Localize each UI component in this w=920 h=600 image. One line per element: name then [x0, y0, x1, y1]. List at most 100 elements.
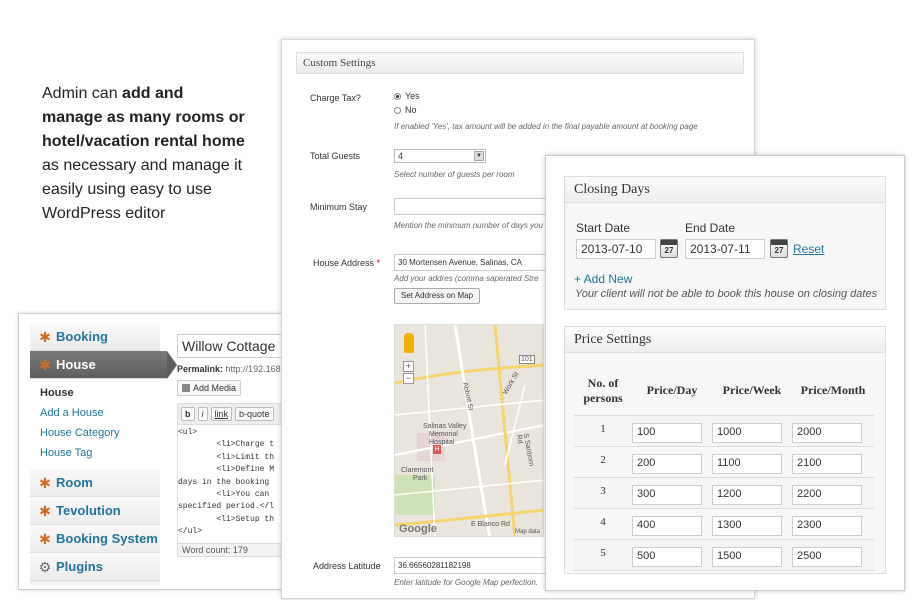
price-day-input[interactable]: 200 [632, 453, 702, 474]
google-map[interactable]: + − Abbott St Work St Salinas Valley Mem… [394, 324, 544, 537]
menu-booking-system[interactable]: ✱ Booking System [30, 525, 160, 553]
blockquote-button[interactable]: b-quote [235, 407, 274, 421]
italic-button[interactable]: i [197, 407, 208, 421]
guests-hint: Select number of guests per room [394, 170, 515, 179]
menu-house[interactable]: ✱ House [30, 351, 177, 379]
table-row: 4 400 1300 2300 [574, 508, 874, 540]
price-settings-header: Price Settings [565, 327, 885, 353]
map-label-blanco: E Blanco Rd [471, 521, 510, 528]
radio-checked-icon [394, 92, 401, 100]
latitude-input[interactable]: 36.66560281182198 [394, 557, 554, 574]
menu-house-label: House [56, 357, 96, 372]
price-week-input[interactable]: 1300 [712, 515, 782, 536]
booking-settings-panel: Closing Days Start Date End Date 2013-07… [545, 155, 905, 591]
price-day-cell: 100 [632, 415, 712, 447]
admin-sidebar: ✱ Booking ✱ House House Add a House House … [30, 323, 177, 585]
house-address-input[interactable]: 30 Mortensen Avenue, Salinas, CA [394, 254, 554, 271]
zoom-out-button[interactable]: − [403, 373, 414, 384]
persons-cell: 1 [574, 415, 632, 447]
menu-plugins[interactable]: ⚙ Plugins [30, 553, 160, 581]
house-address-label: House Address * [313, 258, 380, 268]
intro-part-1: Admin can [42, 85, 123, 102]
post-title-input[interactable] [177, 334, 297, 358]
min-stay-hint: Mention the minimum number of days you [394, 221, 543, 230]
submenu-house-category[interactable]: House Category [40, 423, 160, 443]
price-month-input[interactable]: 2300 [792, 515, 862, 536]
persons-cell: 4 [574, 508, 632, 540]
submenu-house-tag[interactable]: House Tag [40, 443, 160, 463]
minimum-stay-input[interactable] [394, 198, 554, 215]
price-month-input[interactable]: 2000 [792, 422, 862, 443]
asterisk-icon: ✱ [39, 502, 51, 519]
map-data-credit: Map data [515, 529, 541, 535]
permalink-url[interactable]: http://192.168. [226, 364, 284, 374]
price-month-input[interactable]: 2100 [792, 453, 862, 474]
price-day-input[interactable]: 500 [632, 546, 702, 567]
plug-icon: ⚙ [38, 558, 52, 575]
menu-room-label: Room [56, 475, 93, 490]
add-media-label: Add Media [193, 383, 237, 393]
tax-yes-option[interactable]: Yes [394, 91, 420, 101]
price-month-cell: 2100 [792, 446, 874, 478]
price-day-cell: 400 [632, 508, 712, 540]
submenu-add-house[interactable]: Add a House [40, 403, 160, 423]
start-date-input[interactable]: 2013-07-10 [576, 239, 656, 259]
intro-text: Admin can add and manage as many rooms o… [42, 82, 247, 226]
radio-unchecked-icon [394, 106, 401, 114]
calendar-icon[interactable]: 27 [770, 239, 788, 258]
end-date-input[interactable]: 2013-07-11 [685, 239, 765, 259]
column-header: No. of persons [574, 367, 632, 416]
set-address-on-map-button[interactable]: Set Address on Map [394, 288, 481, 304]
media-icon [182, 384, 190, 392]
price-day-input[interactable]: 300 [632, 484, 702, 505]
calendar-icon[interactable]: 27 [660, 239, 678, 258]
table-row: 1 100 1000 2000 [574, 415, 874, 447]
price-month-cell: 2500 [792, 539, 874, 571]
menu-room[interactable]: ✱ Room [30, 469, 160, 497]
link-button[interactable]: link [210, 407, 233, 421]
add-media-button[interactable]: Add Media [177, 380, 242, 396]
zoom-in-button[interactable]: + [403, 361, 414, 372]
price-month-cell: 2300 [792, 508, 874, 540]
add-new-link[interactable]: + Add New [574, 272, 632, 286]
price-month-cell: 2200 [792, 477, 874, 509]
minimum-stay-label: Minimum Stay [310, 202, 368, 212]
menu-tevolution[interactable]: ✱ Tevolution [30, 497, 160, 525]
menu-tevolution-label: Tevolution [56, 503, 121, 518]
persons-cell: 2 [574, 446, 632, 478]
price-day-input[interactable]: 100 [632, 422, 702, 443]
tax-yes-label: Yes [405, 91, 420, 101]
pegman-icon[interactable] [404, 333, 414, 353]
tax-no-option[interactable]: No [394, 105, 417, 115]
price-month-input[interactable]: 2200 [792, 484, 862, 505]
price-table: No. of persons Price/Day Price/Week Pric… [574, 367, 874, 571]
price-day-input[interactable]: 400 [632, 515, 702, 536]
price-week-cell: 1100 [712, 446, 792, 478]
price-day-cell: 200 [632, 446, 712, 478]
total-guests-select[interactable]: 4 ▼ [394, 149, 486, 163]
menu-booking-system-label: Booking System [56, 531, 158, 546]
reset-link[interactable]: Reset [793, 242, 824, 256]
house-submenu: House Add a House House Category House T… [30, 379, 160, 469]
submenu-house[interactable]: House [40, 383, 160, 403]
bold-button[interactable]: b [181, 407, 195, 421]
price-week-input[interactable]: 1200 [712, 484, 782, 505]
price-week-input[interactable]: 1000 [712, 422, 782, 443]
house-address-text: House Address [313, 258, 375, 268]
word-count-value: 179 [232, 545, 248, 555]
total-guests-label: Total Guests [310, 151, 361, 161]
price-week-cell: 1000 [712, 415, 792, 447]
custom-settings-header: Custom Settings [296, 52, 744, 74]
price-week-input[interactable]: 1500 [712, 546, 782, 567]
price-week-input[interactable]: 1100 [712, 453, 782, 474]
start-date-label: Start Date [576, 221, 631, 235]
closing-days-hint: Your client will not be able to book thi… [575, 288, 878, 300]
price-month-input[interactable]: 2500 [792, 546, 862, 567]
price-month-cell: 2000 [792, 415, 874, 447]
map-label-salinas: Salinas Valley [423, 423, 467, 430]
map-label-memorial: Memorial [429, 431, 458, 438]
menu-booking[interactable]: ✱ Booking [30, 323, 160, 351]
total-guests-value: 4 [398, 151, 404, 161]
tax-hint: If enabled 'Yes', tax amount will be add… [394, 122, 698, 131]
price-week-cell: 1200 [712, 477, 792, 509]
